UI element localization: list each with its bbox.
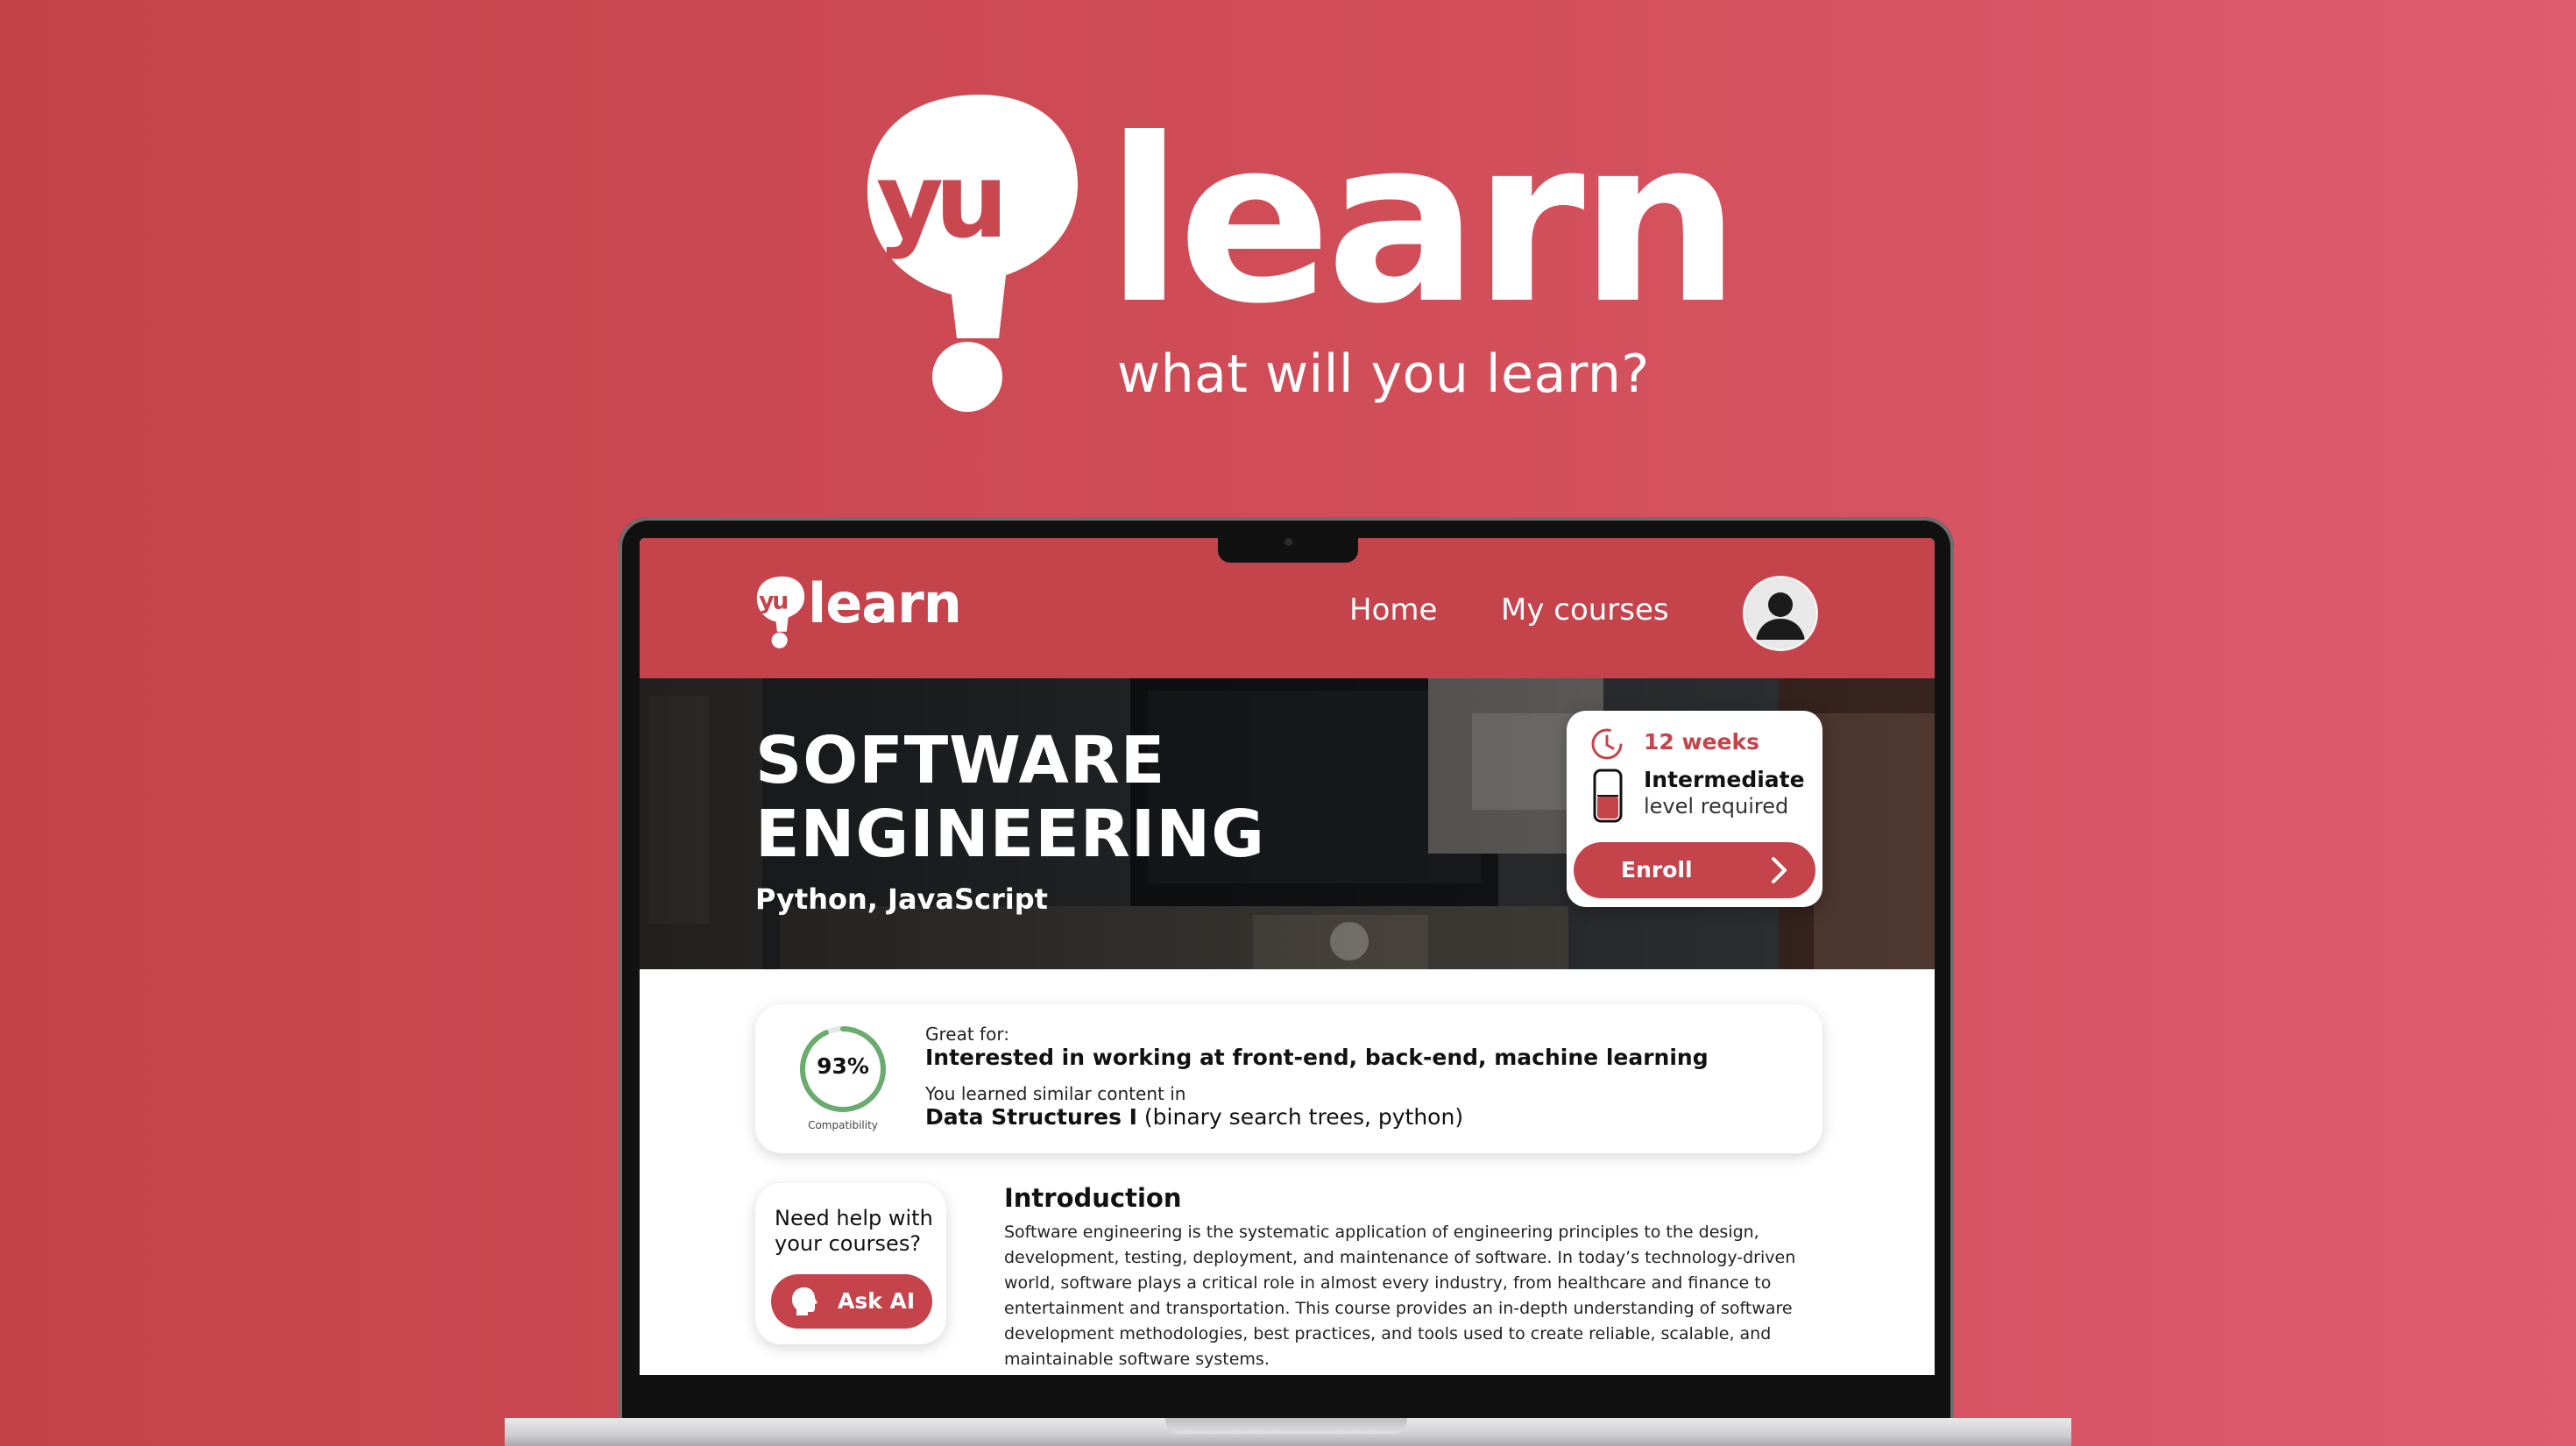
course-info-card: 12 weeks Intermediate level required Enr… xyxy=(1567,711,1822,907)
app-logo-mark[interactable]: yu xyxy=(755,575,806,650)
app-screen: yu learn Home My courses SOFTWARE ENGINE… xyxy=(640,538,1935,1375)
ask-ai-label: Ask AI xyxy=(838,1288,916,1314)
similar-content-value: Data Structures I (binary search trees, … xyxy=(925,1104,1463,1131)
help-text: Need help with your courses? xyxy=(775,1206,933,1256)
course-languages: Python, JavaScript xyxy=(755,882,1048,916)
compatibility-value: 93% xyxy=(817,1053,869,1079)
user-avatar-button[interactable] xyxy=(1745,578,1815,649)
similar-content-label: You learned similar content in xyxy=(925,1083,1186,1104)
hero-brand-word: learn xyxy=(1106,90,1740,353)
help-card: Need help with your courses? Ask AI xyxy=(755,1183,946,1344)
app-brand-word[interactable]: learn xyxy=(808,573,962,634)
great-for-label: Great for: xyxy=(925,1024,1009,1045)
ask-ai-button[interactable]: Ask AI xyxy=(771,1274,932,1329)
svg-text:yu: yu xyxy=(876,140,1001,261)
level-battery-icon xyxy=(1593,769,1623,823)
enroll-label: Enroll xyxy=(1621,857,1693,882)
great-for-value: Interested in working at front-end, back… xyxy=(925,1045,1709,1070)
course-level-caption: level required xyxy=(1644,794,1789,819)
yulearn-logo-mark: yu xyxy=(867,95,1078,412)
compatibility-card: 93% Compatibility Great for: Interested … xyxy=(755,1004,1822,1153)
ai-head-icon xyxy=(792,1287,817,1315)
course-duration: 12 weeks xyxy=(1644,729,1760,755)
course-level: Intermediate xyxy=(1644,767,1805,792)
camera-icon xyxy=(1284,538,1292,546)
enroll-button[interactable]: Enroll xyxy=(1574,842,1815,898)
compatibility-caption: Compatibility xyxy=(808,1119,878,1131)
user-avatar-icon xyxy=(1747,580,1814,647)
clock-icon xyxy=(1591,728,1623,760)
intro-title: Introduction xyxy=(1004,1183,1182,1213)
course-title: SOFTWARE ENGINEERING xyxy=(755,723,1265,872)
similar-course-name: Data Structures I xyxy=(925,1104,1137,1130)
similar-course-detail: (binary search trees, python) xyxy=(1136,1104,1464,1130)
nav-my-courses-link[interactable]: My courses xyxy=(1501,592,1669,627)
nav-home-link[interactable]: Home xyxy=(1349,592,1437,627)
laptop-hinge xyxy=(1165,1418,1407,1434)
intro-body: Software engineering is the systematic a… xyxy=(1004,1223,1796,1369)
course-banner: SOFTWARE ENGINEERING Python, JavaScript … xyxy=(640,678,1935,969)
svg-text:yu: yu xyxy=(759,587,787,614)
chevron-right-icon xyxy=(1772,857,1787,883)
hero-tagline: what will you learn? xyxy=(1117,344,1650,405)
